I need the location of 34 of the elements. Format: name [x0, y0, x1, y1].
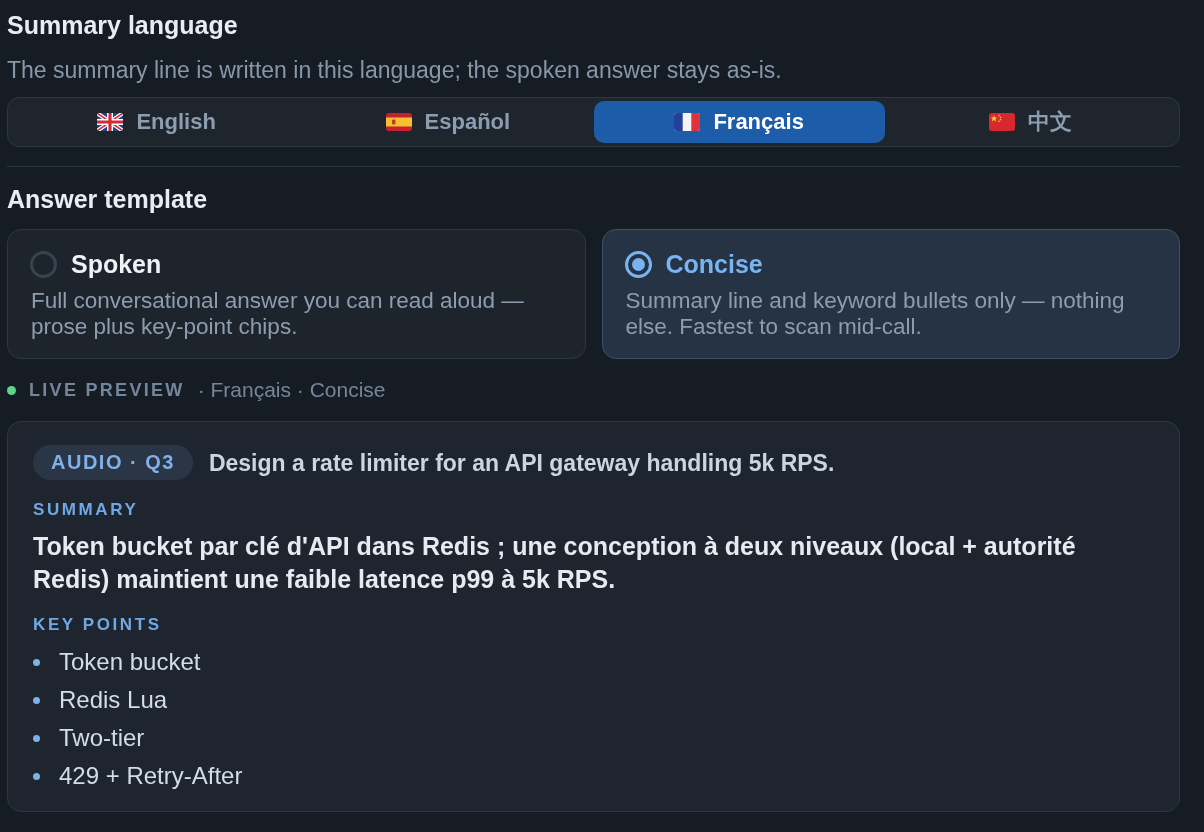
template-option-card[interactable]: Concise Summary line and keyword bullets only — nothing else. Fastest to scan mid-call.: [601, 229, 1180, 359]
bullet-dot-icon: [33, 658, 40, 666]
key-point-text: Redis Lua: [59, 686, 168, 714]
source-badge: AUDIO · Q3: [33, 445, 193, 480]
section-title: Summary language: [7, 11, 239, 39]
spanish-flag-icon: [385, 113, 412, 131]
language-tab[interactable]: 中文: [884, 101, 1176, 143]
key-point-text: Two-tier: [59, 724, 145, 752]
template-option-card[interactable]: Spoken Full conversational answer you can read aloud — prose plus key-point chips.: [7, 229, 586, 359]
bullet-dot-icon: [33, 696, 40, 704]
key-point-text: 429 + Retry-After: [59, 762, 243, 790]
radio-button-icon[interactable]: [624, 250, 652, 278]
language-tab[interactable]: English: [11, 101, 303, 143]
live-preview-label: LIVE PREVIEW: [29, 379, 185, 401]
preview-context-text: · Français · Concise: [197, 379, 386, 401]
bullet-dot-icon: [33, 734, 40, 742]
summary-text: Token bucket par clé d'API dans Redis ; une conception à deux niveaux (local + autorité Redis) maintient une faible latence p99 à 5k RPS.: [33, 531, 1077, 595]
section-title: Answer template: [7, 185, 209, 213]
question-text: Design a rate limiter for an API gateway handling 5k RPS.: [208, 448, 835, 477]
bullet-dot-icon: [33, 772, 40, 780]
language-tab[interactable]: Français: [593, 101, 885, 143]
template-option-description: Full conversational answer you can read aloud — prose plus key-point chips.: [31, 288, 525, 340]
key-points-label: KEY POINTS: [33, 616, 163, 634]
template-option-title: Concise: [665, 250, 763, 278]
british-flag-icon: [97, 113, 124, 131]
summary-label: SUMMARY: [33, 501, 140, 519]
radio-button-icon[interactable]: [30, 250, 57, 278]
chinese-flag-icon: [988, 113, 1015, 131]
template-option-description: Summary line and keyword bullets only — nothing else. Fastest to scan mid-call.: [625, 288, 1126, 340]
language-tab[interactable]: Español: [302, 101, 594, 143]
key-point-text: Token bucket: [59, 648, 201, 676]
section-description: The summary line is written in this language; the spoken answer stays as-is.: [7, 57, 783, 83]
template-option-title: Spoken: [71, 250, 162, 278]
french-flag-icon: [674, 113, 701, 131]
